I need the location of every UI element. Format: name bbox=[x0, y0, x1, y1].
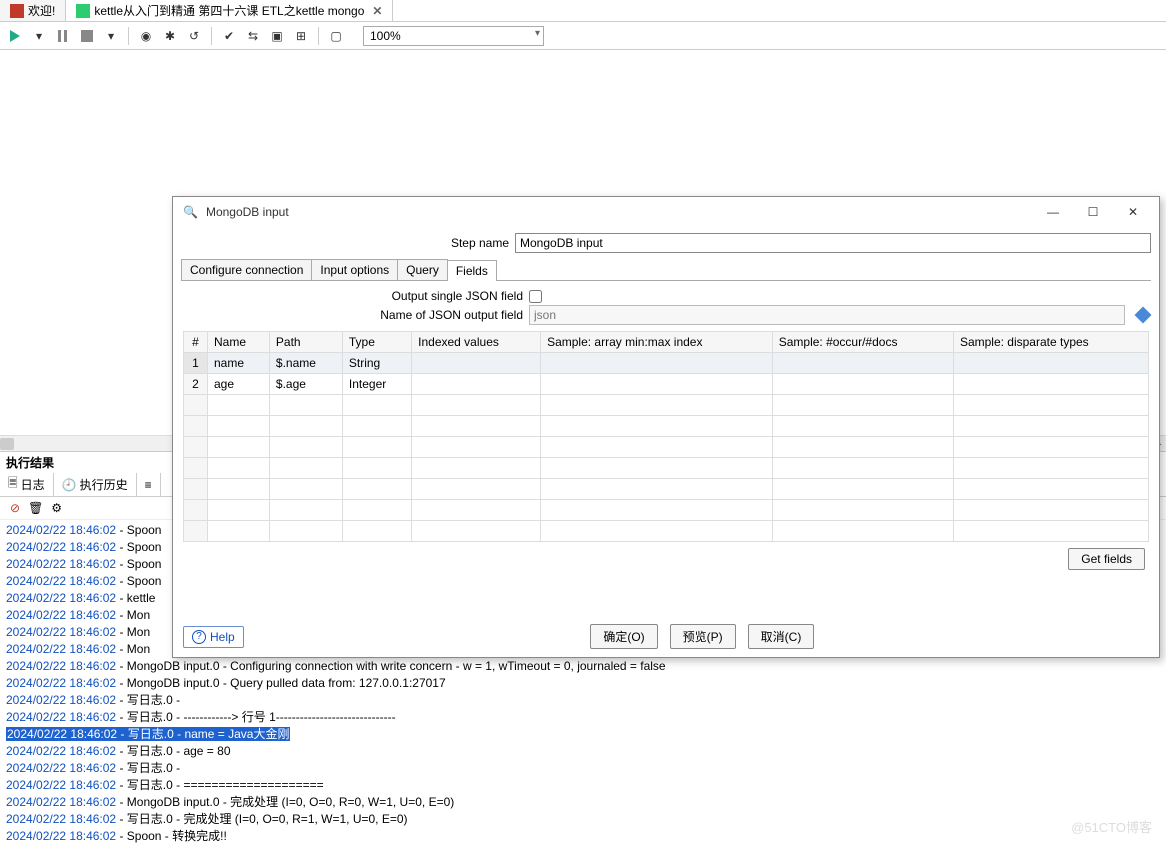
dropdown-icon[interactable]: ▾ bbox=[30, 27, 48, 45]
tab-input-options[interactable]: Input options bbox=[311, 259, 398, 280]
document-icon: 🗏 bbox=[8, 474, 18, 495]
tab-log[interactable]: 🗏 日志 bbox=[0, 473, 54, 496]
log-line: 2024/02/22 18:46:02 - MongoDB input.0 - … bbox=[6, 794, 1160, 811]
help-label: Help bbox=[210, 630, 235, 644]
settings-icon[interactable]: ⚙ bbox=[51, 501, 62, 515]
tab-label: kettle从入门到精通 第四十六课 ETL之kettle mongo bbox=[94, 2, 364, 19]
column-header[interactable]: Type bbox=[342, 332, 411, 353]
tab-label: 日志 bbox=[21, 476, 45, 493]
column-header[interactable]: Sample: array min:max index bbox=[541, 332, 773, 353]
separator bbox=[128, 27, 129, 45]
tab-configure-connection[interactable]: Configure connection bbox=[181, 259, 312, 280]
dialog-titlebar[interactable]: 🔍 MongoDB input — ☐ ✕ bbox=[173, 197, 1159, 227]
table-row[interactable]: 1name$.nameString bbox=[184, 353, 1149, 374]
output-json-checkbox[interactable] bbox=[529, 290, 542, 303]
dialog-title: MongoDB input bbox=[206, 205, 1029, 219]
output-json-label: Output single JSON field bbox=[183, 289, 523, 303]
log-line: 2024/02/22 18:46:02 - 写日志.0 - name = Jav… bbox=[6, 726, 1160, 743]
table-row[interactable]: 2age$.ageInteger bbox=[184, 374, 1149, 395]
variable-icon[interactable] bbox=[1135, 307, 1152, 324]
column-header[interactable]: # bbox=[184, 332, 208, 353]
get-fields-button[interactable]: Get fields bbox=[1068, 548, 1145, 570]
tab-more[interactable]: ≡ bbox=[137, 473, 161, 496]
preview-button[interactable]: 预览(P) bbox=[670, 624, 736, 649]
cancel-button[interactable]: 取消(C) bbox=[748, 624, 815, 649]
run-toolbar: ▾ ▾ ◉ ✱ ↺ ✔ ⇆ ▣ ⊞ ▢ bbox=[0, 22, 1166, 50]
close-icon[interactable]: ✕ bbox=[1117, 200, 1149, 224]
table-row[interactable] bbox=[184, 437, 1149, 458]
maximize-icon[interactable]: ☐ bbox=[1077, 200, 1109, 224]
editor-tabs: 欢迎! kettle从入门到精通 第四十六课 ETL之kettle mongo … bbox=[0, 0, 1166, 22]
fields-grid[interactable]: #NamePathTypeIndexed valuesSample: array… bbox=[183, 331, 1149, 542]
scrollbar-thumb[interactable] bbox=[0, 438, 14, 450]
debug-icon[interactable]: ✱ bbox=[161, 27, 179, 45]
table-row[interactable] bbox=[184, 458, 1149, 479]
preview-icon[interactable]: ◉ bbox=[137, 27, 155, 45]
minimize-icon[interactable]: — bbox=[1037, 200, 1069, 224]
table-row[interactable] bbox=[184, 395, 1149, 416]
log-line: 2024/02/22 18:46:02 - 写日志.0 - bbox=[6, 760, 1160, 777]
tab-transformation[interactable]: kettle从入门到精通 第四十六课 ETL之kettle mongo ✕ bbox=[66, 0, 393, 21]
table-row[interactable] bbox=[184, 521, 1149, 542]
dialog-tabs: Configure connection Input options Query… bbox=[181, 259, 1151, 281]
tab-fields[interactable]: Fields bbox=[447, 260, 497, 281]
log-line: 2024/02/22 18:46:02 - 写日志.0 - ----------… bbox=[6, 709, 1160, 726]
table-row[interactable] bbox=[184, 479, 1149, 500]
fields-pane: Output single JSON field Name of JSON ou… bbox=[181, 281, 1151, 572]
watermark: @51CTO博客 bbox=[1071, 817, 1152, 836]
log-line: 2024/02/22 18:46:02 - Spoon - 转换完成!! bbox=[6, 828, 1160, 845]
dropdown-icon[interactable]: ▾ bbox=[102, 27, 120, 45]
stop-icon[interactable] bbox=[78, 27, 96, 45]
tab-icon bbox=[10, 4, 24, 18]
column-header[interactable]: Indexed values bbox=[412, 332, 541, 353]
ok-button[interactable]: 确定(O) bbox=[590, 624, 657, 649]
separator bbox=[211, 27, 212, 45]
log-line: 2024/02/22 18:46:02 - 写日志.0 - ==========… bbox=[6, 777, 1160, 794]
dialog-icon: 🔍 bbox=[183, 205, 198, 219]
table-row[interactable] bbox=[184, 500, 1149, 521]
help-button[interactable]: ? Help bbox=[183, 626, 244, 648]
tab-label: 欢迎! bbox=[28, 2, 55, 19]
separator bbox=[318, 27, 319, 45]
sql-icon[interactable]: ▣ bbox=[268, 27, 286, 45]
log-line: 2024/02/22 18:46:02 - 写日志.0 - bbox=[6, 692, 1160, 709]
stop-log-icon[interactable]: ⊘ bbox=[10, 501, 20, 515]
verify-icon[interactable]: ✔ bbox=[220, 27, 238, 45]
table-row[interactable] bbox=[184, 416, 1149, 437]
impact-icon[interactable]: ⇆ bbox=[244, 27, 262, 45]
column-header[interactable]: Sample: disparate types bbox=[953, 332, 1148, 353]
tab-query[interactable]: Query bbox=[397, 259, 448, 280]
pause-icon[interactable] bbox=[54, 27, 72, 45]
tab-icon bbox=[76, 4, 90, 18]
play-icon[interactable] bbox=[6, 27, 24, 45]
json-name-input[interactable] bbox=[529, 305, 1125, 325]
column-header[interactable]: Sample: #occur/#docs bbox=[772, 332, 953, 353]
log-line: 2024/02/22 18:46:02 - 写日志.0 - age = 80 bbox=[6, 743, 1160, 760]
close-icon[interactable]: ✕ bbox=[372, 4, 382, 18]
clock-icon: 🕘 bbox=[62, 478, 77, 492]
step-name-input[interactable] bbox=[515, 233, 1151, 253]
zoom-select[interactable] bbox=[363, 26, 544, 46]
trash-icon[interactable]: 🗑 bbox=[28, 501, 43, 515]
dialog-footer: ? Help 确定(O) 预览(P) 取消(C) bbox=[173, 616, 1159, 657]
log-line: 2024/02/22 18:46:02 - 写日志.0 - 完成处理 (I=0,… bbox=[6, 811, 1160, 828]
log-line: 2024/02/22 18:46:02 - MongoDB input.0 - … bbox=[6, 675, 1160, 692]
column-header[interactable]: Name bbox=[208, 332, 270, 353]
tab-history[interactable]: 🕘 执行历史 bbox=[54, 473, 137, 496]
explore-icon[interactable]: ⊞ bbox=[292, 27, 310, 45]
column-header[interactable]: Path bbox=[269, 332, 342, 353]
help-icon: ? bbox=[192, 630, 206, 644]
log-line: 2024/02/22 18:46:02 - MongoDB input.0 - … bbox=[6, 658, 1160, 675]
mongodb-input-dialog: 🔍 MongoDB input — ☐ ✕ Step name Configur… bbox=[172, 196, 1160, 658]
tab-label: 执行历史 bbox=[80, 476, 128, 493]
tab-welcome[interactable]: 欢迎! bbox=[0, 0, 66, 21]
replay-icon[interactable]: ↺ bbox=[185, 27, 203, 45]
json-name-label: Name of JSON output field bbox=[183, 308, 523, 322]
step-name-label: Step name bbox=[181, 236, 509, 250]
list-icon: ≡ bbox=[145, 478, 152, 492]
show-results-icon[interactable]: ▢ bbox=[327, 27, 345, 45]
